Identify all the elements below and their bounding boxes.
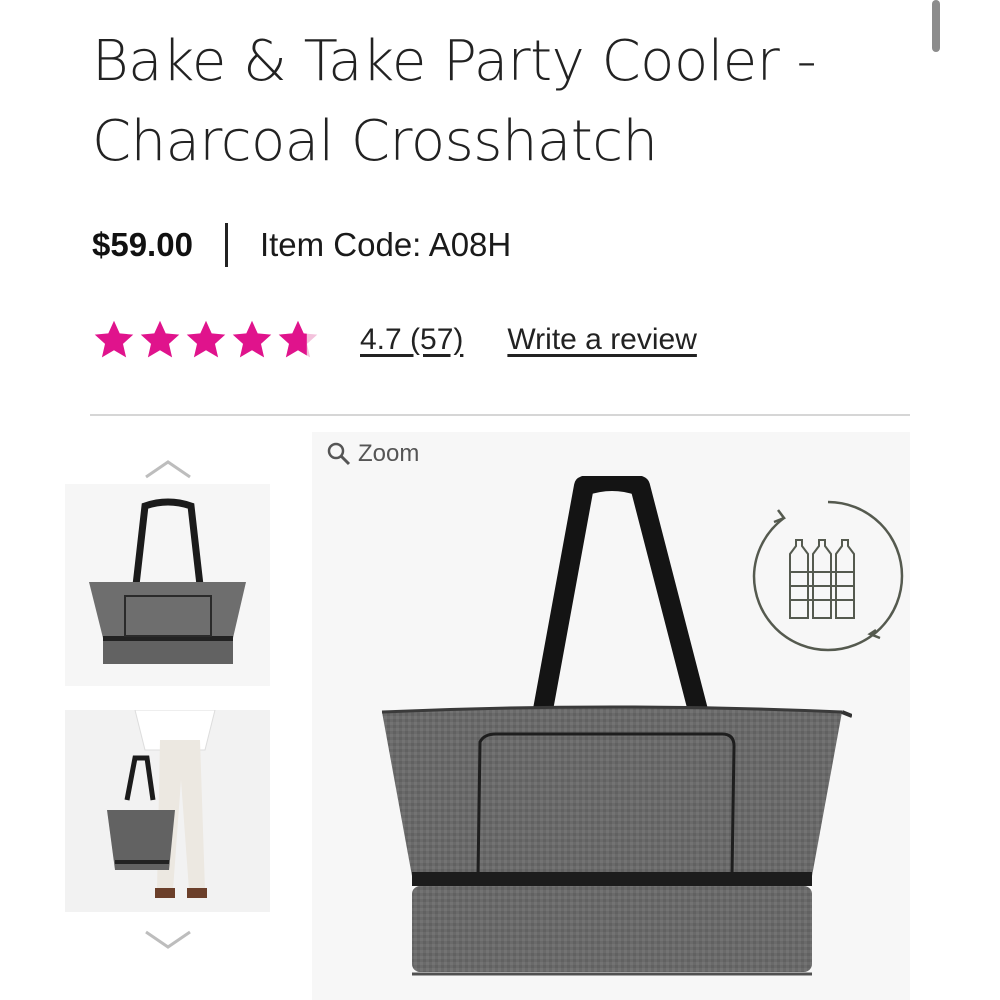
- product-title-line-2: Charcoal Crosshatch: [92, 109, 658, 174]
- star-icon: [140, 320, 180, 358]
- rating-score-link[interactable]: 4.7 (57): [360, 323, 463, 357]
- product-page: Bake & Take Party Cooler - Charcoal Cros…: [0, 0, 1000, 1000]
- main-product-image[interactable]: Zoom: [312, 432, 910, 1000]
- price: $59.00: [92, 226, 193, 263]
- zoom-label: Zoom: [358, 440, 420, 467]
- zoom-control[interactable]: Zoom: [326, 440, 419, 468]
- scrollbar[interactable]: [932, 0, 940, 52]
- cooler-bag-image: [381, 476, 852, 976]
- rating-stars[interactable]: [92, 318, 320, 362]
- chevron-down-icon[interactable]: [143, 928, 193, 950]
- star-icon: [186, 320, 226, 358]
- thumbnail-person-holding-bag[interactable]: [65, 710, 270, 912]
- section-divider: [90, 414, 910, 416]
- thumbnail-bag-product[interactable]: [65, 484, 270, 686]
- product-title: Bake & Take Party Cooler - Charcoal Cros…: [92, 22, 892, 182]
- product-title-line-1: Bake & Take Party Cooler -: [92, 29, 817, 94]
- magnifier-icon: [327, 442, 351, 466]
- rating-row: 4.7 (57) Write a review: [92, 315, 697, 365]
- chevron-up-icon[interactable]: [143, 458, 193, 480]
- star-icon: [94, 320, 134, 358]
- partial-star-icon: [278, 320, 318, 358]
- price-row: $59.00 Item Code: A08H: [92, 220, 511, 270]
- write-review-link[interactable]: Write a review: [507, 323, 697, 357]
- item-code: Item Code: A08H: [259, 226, 512, 263]
- person-thumbnail-image: [65, 710, 270, 912]
- star-icon: [232, 320, 272, 358]
- bag-thumbnail-image: [65, 484, 270, 686]
- price-divider: [224, 223, 228, 267]
- thumbnail-gallery: [65, 450, 270, 970]
